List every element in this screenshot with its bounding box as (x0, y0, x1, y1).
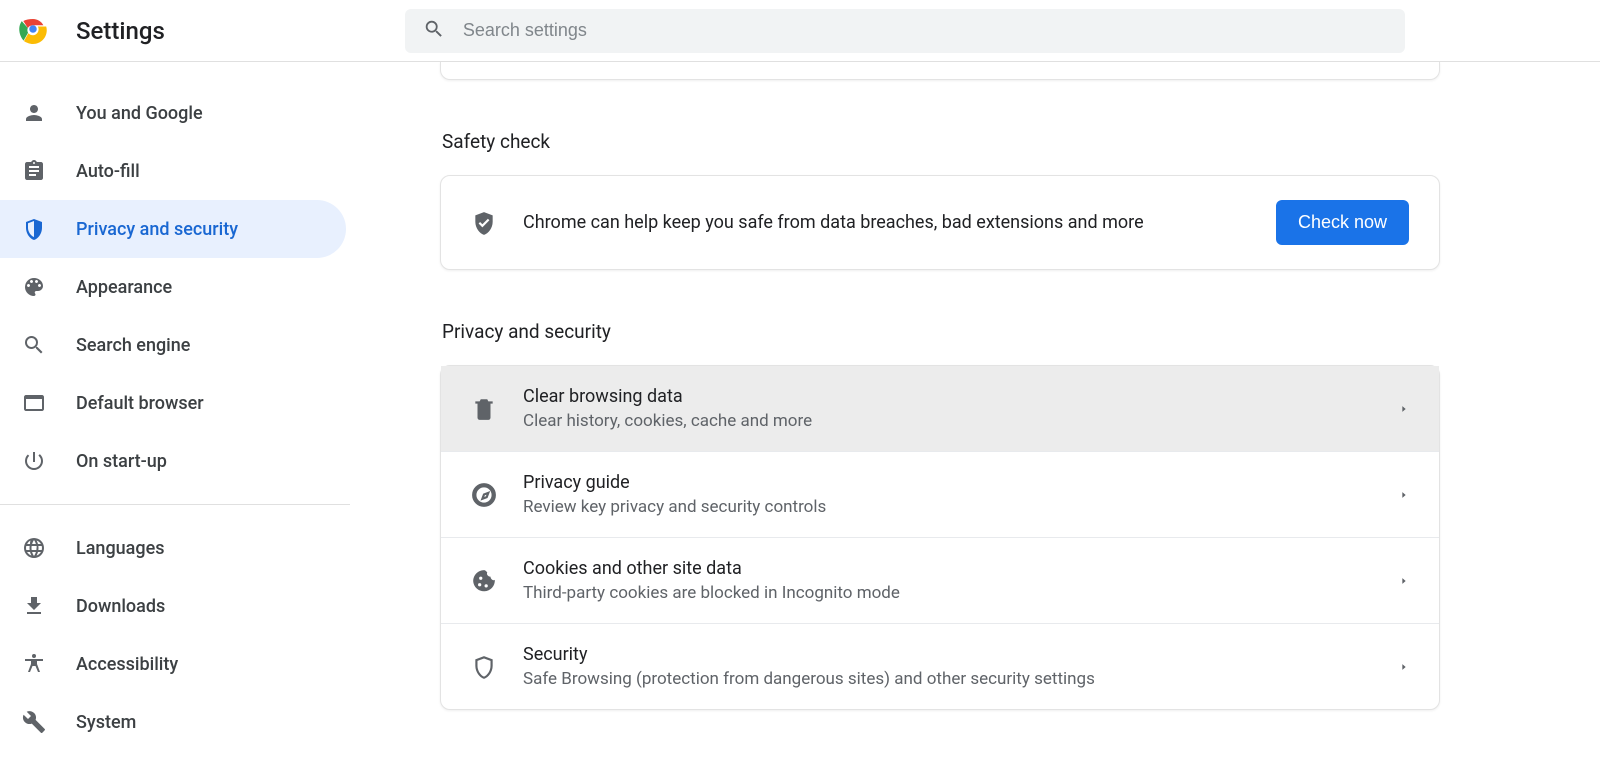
row-subtitle: Review key privacy and security controls (523, 497, 1399, 517)
sidebar-item-label: Search engine (76, 335, 190, 356)
sidebar-item-system[interactable]: System (0, 693, 346, 751)
chrome-logo-icon (16, 14, 76, 48)
palette-icon (22, 275, 46, 299)
shield-check-icon (471, 210, 497, 236)
sidebar-item-label: On start-up (76, 451, 167, 472)
row-title: Cookies and other site data (523, 558, 1399, 579)
sidebar-item-you-google[interactable]: You and Google (0, 84, 346, 142)
row-security[interactable]: Security Safe Browsing (protection from … (441, 623, 1439, 709)
person-icon (22, 101, 46, 125)
sidebar-item-label: You and Google (76, 103, 203, 124)
main-content: Safety check Chrome can help keep you sa… (350, 62, 1600, 764)
cookie-icon (471, 568, 497, 594)
trash-icon (471, 396, 497, 422)
chevron-right-icon (1399, 490, 1409, 500)
sidebar-item-accessibility[interactable]: Accessibility (0, 635, 346, 693)
previous-card-stub (440, 62, 1440, 80)
chevron-right-icon (1399, 404, 1409, 414)
sidebar-item-label: Auto-fill (76, 161, 140, 182)
search-input[interactable] (463, 20, 1387, 41)
sidebar-item-downloads[interactable]: Downloads (0, 577, 346, 635)
sidebar-item-startup[interactable]: On start-up (0, 432, 346, 490)
safety-check-title: Safety check (442, 130, 1600, 153)
shield-outline-icon (471, 654, 497, 680)
sidebar-item-autofill[interactable]: Auto-fill (0, 142, 346, 200)
clipboard-icon (22, 159, 46, 183)
sidebar: You and Google Auto-fill Privacy and sec… (0, 62, 350, 764)
row-subtitle: Safe Browsing (protection from dangerous… (523, 669, 1399, 689)
check-now-button[interactable]: Check now (1276, 200, 1409, 245)
power-icon (22, 449, 46, 473)
sidebar-item-appearance[interactable]: Appearance (0, 258, 346, 316)
sidebar-item-label: Default browser (76, 393, 204, 414)
chevron-right-icon (1399, 662, 1409, 672)
browser-icon (22, 391, 46, 415)
row-cookies[interactable]: Cookies and other site data Third-party … (441, 537, 1439, 623)
search-icon (22, 333, 46, 357)
search-icon (423, 18, 463, 44)
sidebar-item-label: Languages (76, 538, 164, 559)
row-privacy-guide[interactable]: Privacy guide Review key privacy and sec… (441, 451, 1439, 537)
shield-icon (22, 217, 46, 241)
sidebar-item-label: Privacy and security (76, 219, 238, 240)
row-clear-browsing-data[interactable]: Clear browsing data Clear history, cooki… (441, 366, 1439, 451)
sidebar-item-search-engine[interactable]: Search engine (0, 316, 346, 374)
safety-check-text: Chrome can help keep you safe from data … (523, 212, 1276, 233)
sidebar-item-label: Downloads (76, 596, 165, 617)
chevron-right-icon (1399, 576, 1409, 586)
privacy-section-title: Privacy and security (442, 320, 1600, 343)
sidebar-item-default-browser[interactable]: Default browser (0, 374, 346, 432)
sidebar-item-label: System (76, 712, 136, 733)
row-title: Clear browsing data (523, 386, 1399, 407)
globe-icon (22, 536, 46, 560)
accessibility-icon (22, 652, 46, 676)
row-title: Privacy guide (523, 472, 1399, 493)
sidebar-item-label: Accessibility (76, 654, 178, 675)
compass-icon (471, 482, 497, 508)
sidebar-item-languages[interactable]: Languages (0, 519, 346, 577)
wrench-icon (22, 710, 46, 734)
page-title: Settings (76, 17, 165, 45)
search-container[interactable] (405, 9, 1405, 53)
safety-check-card: Chrome can help keep you safe from data … (440, 175, 1440, 270)
privacy-card: Clear browsing data Clear history, cooki… (440, 365, 1440, 710)
sidebar-item-privacy[interactable]: Privacy and security (0, 200, 346, 258)
row-subtitle: Clear history, cookies, cache and more (523, 411, 1399, 431)
sidebar-item-label: Appearance (76, 277, 172, 298)
download-icon (22, 594, 46, 618)
row-subtitle: Third-party cookies are blocked in Incog… (523, 583, 1399, 603)
sidebar-divider (0, 504, 350, 505)
row-title: Security (523, 644, 1399, 665)
header: Settings (0, 0, 1600, 62)
